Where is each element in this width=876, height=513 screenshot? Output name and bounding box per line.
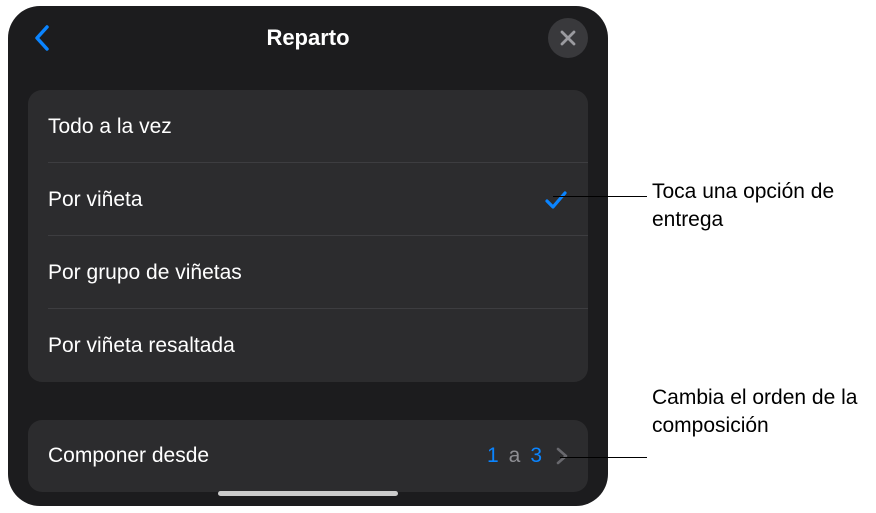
- chevron-right-icon: [556, 447, 568, 465]
- callout-line: [560, 457, 647, 458]
- close-button[interactable]: [548, 18, 588, 58]
- compose-separator: a: [509, 444, 521, 468]
- callout-order: Cambia el orden de la composición: [652, 384, 876, 441]
- delivery-options-group: Todo a la vez Por viñeta Por grupo de vi…: [28, 90, 588, 382]
- option-label: Todo a la vez: [48, 115, 172, 139]
- back-button[interactable]: [28, 24, 56, 52]
- compose-label: Componer desde: [48, 444, 209, 468]
- home-indicator[interactable]: [218, 491, 398, 496]
- option-all-at-once[interactable]: Todo a la vez: [28, 90, 588, 163]
- settings-panel: Reparto Todo a la vez Por viñeta Por gru…: [8, 6, 608, 506]
- compose-to-value: 3: [530, 444, 542, 468]
- compose-from-row[interactable]: Componer desde 1 a 3: [28, 420, 588, 492]
- option-label: Por viñeta: [48, 188, 143, 212]
- callout-line: [553, 196, 647, 197]
- chevron-left-icon: [33, 25, 51, 51]
- option-label: Por viñeta resaltada: [48, 334, 235, 358]
- panel-content: Todo a la vez Por viñeta Por grupo de vi…: [8, 70, 608, 492]
- callout-delivery: Toca una opción de entrega: [652, 178, 876, 235]
- panel-title: Reparto: [266, 25, 349, 51]
- panel-header: Reparto: [8, 6, 608, 70]
- compose-range: 1 a 3: [487, 444, 568, 468]
- compose-group: Componer desde 1 a 3: [28, 420, 588, 492]
- option-by-bullet-group[interactable]: Por grupo de viñetas: [28, 236, 588, 309]
- checkmark-icon: [544, 188, 568, 212]
- option-by-bullet[interactable]: Por viñeta: [28, 163, 588, 236]
- option-label: Por grupo de viñetas: [48, 261, 242, 285]
- close-icon: [559, 29, 577, 47]
- compose-from-value: 1: [487, 444, 499, 468]
- option-by-highlighted-bullet[interactable]: Por viñeta resaltada: [28, 309, 588, 382]
